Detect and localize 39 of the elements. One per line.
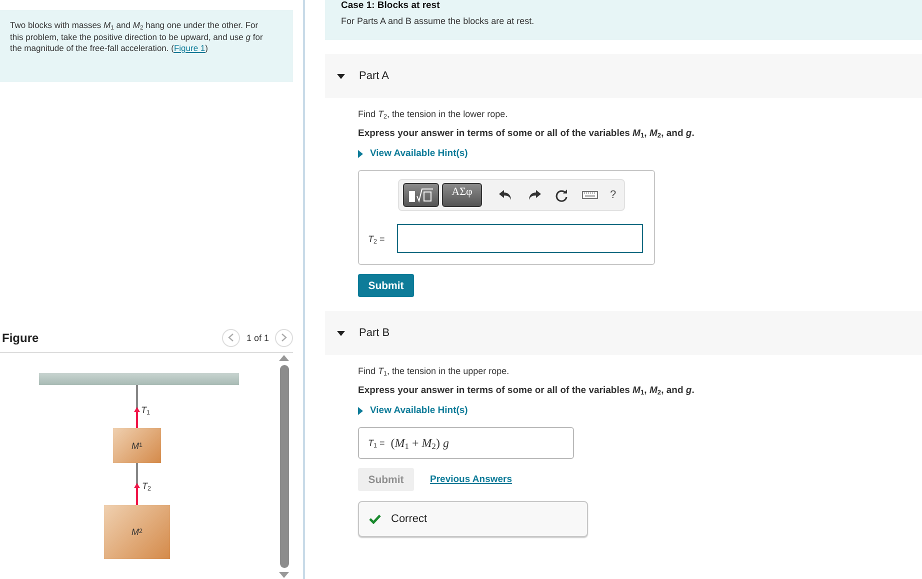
hint-link[interactable]: View Available Hint(s)	[358, 148, 468, 159]
tension-label: T$_{1}$	[141, 405, 150, 415]
problem-statement: Two blocks with masses M$_{1}$ and M$_{2}$ hang one under the other. For this problem, take the positive direction to be upward, and use g for the magnitude of the free-fall acceleration. (Figure 1)	[10, 20, 263, 54]
caret-icon	[358, 406, 363, 414]
toggle-icon[interactable]	[337, 74, 345, 78]
force-arrow	[134, 407, 140, 429]
answer-input[interactable]	[396, 224, 643, 253]
force-arrow	[134, 483, 140, 505]
keyboard-icon[interactable]	[582, 191, 598, 199]
part-title[interactable]: Part A	[359, 70, 389, 82]
reset-icon[interactable]	[555, 188, 568, 202]
hint-link[interactable]: View Available Hint(s)	[358, 405, 468, 416]
answer-label: T$_{2}$ =	[368, 234, 385, 244]
part-title[interactable]: Part B	[359, 327, 390, 339]
instruction-text: Express your answer in terms of some or all of the variables M$_{1}$, M$_{2}$, and g.	[358, 384, 694, 398]
chevron-right-icon	[281, 333, 287, 342]
symbols-button[interactable]: ΑΣφ	[442, 183, 482, 207]
question-text: Find T$_{1}$, the tension in the upper rope.	[358, 365, 510, 378]
check-icon	[369, 514, 381, 524]
case-description: For Parts A and B assume the blocks are at rest.	[341, 16, 536, 26]
figure-title: Figure	[1, 330, 39, 344]
feedback-text: Correct	[391, 513, 428, 525]
submit-button[interactable]: Submit	[358, 274, 414, 297]
question-text: Find T$_{2}$, the tension in the lower rope.	[358, 108, 508, 121]
template-button[interactable]	[403, 183, 439, 207]
undo-icon[interactable]	[499, 189, 513, 201]
toggle-icon[interactable]	[337, 330, 345, 336]
chevron-left-icon	[228, 333, 234, 342]
figure-link[interactable]: Figure 1	[174, 43, 206, 53]
case-title: Case 1: Blocks at rest	[341, 0, 441, 11]
previous-answers-link[interactable]: Previous Answers	[430, 474, 512, 485]
submitted-answer: T$_{1}$ = (M$_{1}$ + M$_{2}$) g	[358, 427, 574, 459]
tension-label: T$_{2}$	[142, 481, 152, 491]
caret-icon	[358, 150, 363, 158]
scrollbar[interactable]	[278, 355, 290, 578]
page-counter: 1 of 1	[246, 332, 269, 342]
instruction-text: Express your answer in terms of some or all of the variables M$_{1}$, M$_{2}$, and g.	[358, 127, 694, 141]
help-button[interactable]: ?	[610, 189, 616, 201]
redo-icon[interactable]	[527, 189, 541, 201]
